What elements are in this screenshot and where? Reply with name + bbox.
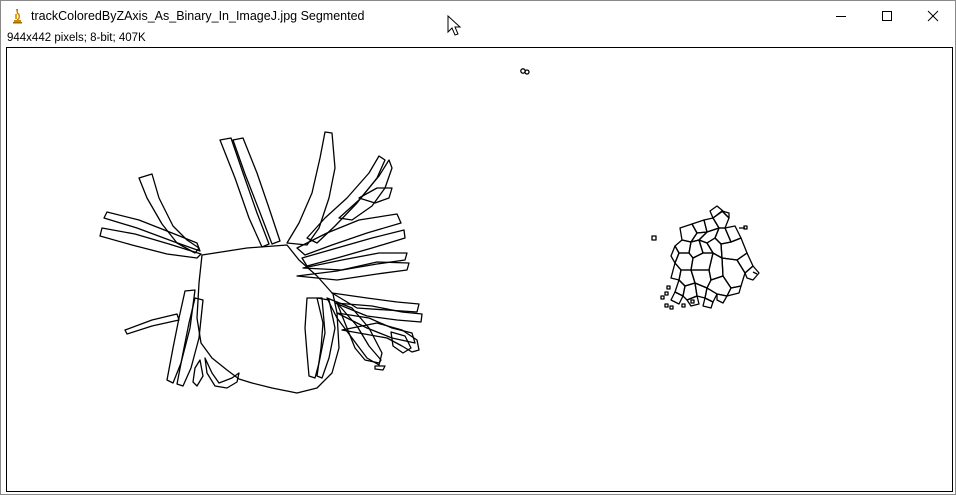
imagej-microscope-icon xyxy=(13,9,22,24)
minimize-icon xyxy=(836,16,846,17)
image-canvas[interactable] xyxy=(6,47,953,492)
image-info-line: 944x442 pixels; 8-bit; 407K xyxy=(7,32,146,44)
maximize-button[interactable] xyxy=(864,1,910,31)
image-window: trackColoredByZAxis_As_Binary_In_ImageJ.… xyxy=(0,0,956,495)
close-icon xyxy=(927,10,939,22)
right-cell-cluster xyxy=(651,205,760,310)
maximize-icon xyxy=(882,11,892,21)
arrow-cursor-icon xyxy=(447,15,461,36)
left-segmented-structure xyxy=(99,131,423,394)
window-title: trackColoredByZAxis_As_Binary_In_ImageJ.… xyxy=(31,9,365,23)
minimize-button[interactable] xyxy=(818,1,864,31)
top-speck xyxy=(520,68,530,75)
close-button[interactable] xyxy=(910,1,956,31)
segmented-image xyxy=(99,68,760,394)
title-bar[interactable]: trackColoredByZAxis_As_Binary_In_ImageJ.… xyxy=(1,1,955,31)
